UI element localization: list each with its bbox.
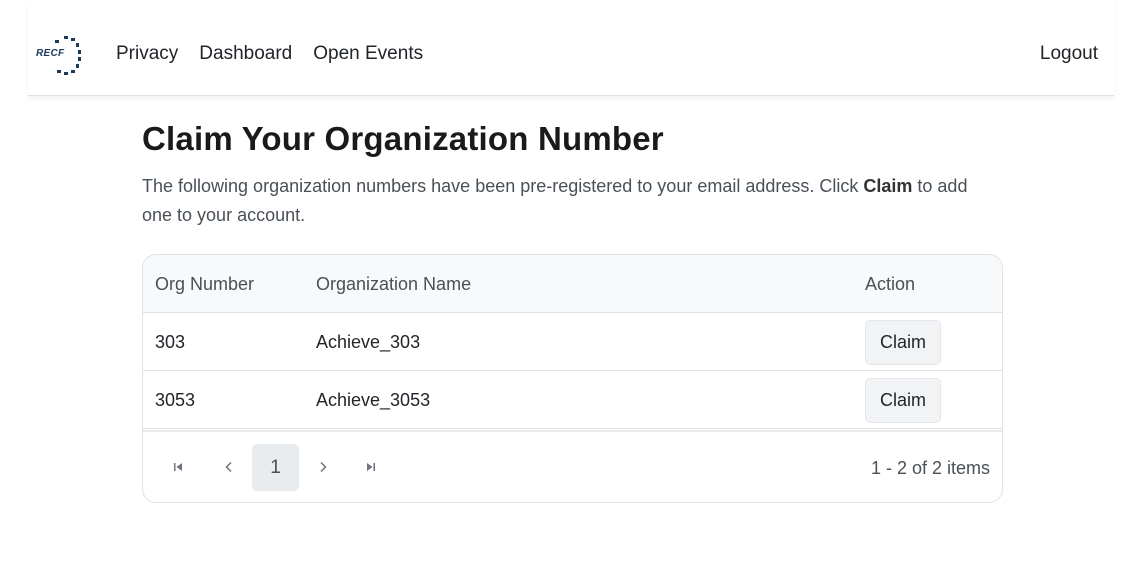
grid-header: Org Number Organization Name Action	[143, 255, 1002, 313]
table-row: 303 Achieve_303 Claim	[143, 313, 1002, 371]
first-page-icon	[174, 463, 182, 471]
chevron-right-icon	[320, 461, 327, 473]
table-row: 3053 Achieve_3053 Claim	[143, 371, 1002, 429]
main-content: Claim Your Organization Number The follo…	[142, 120, 1002, 230]
logout-link[interactable]: Logout	[1040, 43, 1098, 65]
pager: 1 1 - 2 of 2 items	[143, 430, 1002, 502]
header-action: Action	[865, 274, 916, 294]
next-page-button[interactable]	[300, 444, 346, 490]
nav-link-open-events[interactable]: Open Events	[313, 43, 423, 65]
intro-claim-bold: Claim	[863, 176, 913, 196]
nav-link-privacy[interactable]: Privacy	[116, 43, 178, 65]
claim-button[interactable]: Claim	[865, 378, 941, 423]
org-name-cell: Achieve_3053	[316, 390, 431, 410]
nav-links: Privacy Dashboard Open Events	[116, 43, 444, 65]
pager-info: 1 - 2 of 2 items	[870, 458, 990, 478]
recf-logo[interactable]: RECF	[36, 34, 88, 78]
chevron-left-icon	[225, 461, 232, 473]
nav-link-dashboard[interactable]: Dashboard	[199, 43, 292, 65]
intro-text: The following organization numbers have …	[142, 172, 1002, 230]
first-page-button[interactable]	[155, 444, 201, 490]
org-name-cell: Achieve_303	[316, 332, 421, 352]
intro-text-start: The following organization numbers have …	[142, 176, 864, 196]
page-title: Claim Your Organization Number	[142, 120, 664, 157]
last-page-button[interactable]	[348, 444, 394, 490]
organizations-grid: Org Number Organization Name Action 303 …	[142, 254, 1003, 503]
org-number-cell: 303	[155, 332, 186, 352]
header-organization-name[interactable]: Organization Name	[316, 274, 471, 295]
last-page-icon	[367, 463, 375, 471]
logo-text: RECF	[36, 48, 65, 59]
previous-page-button[interactable]	[206, 444, 252, 490]
claim-button[interactable]: Claim	[865, 320, 941, 365]
org-number-cell: 3053	[155, 390, 196, 410]
header-org-number[interactable]: Org Number	[155, 274, 254, 295]
page-number-1[interactable]: 1	[252, 444, 299, 491]
top-navbar: RECF Privacy Dashboard Open Events Logou…	[28, 0, 1114, 96]
